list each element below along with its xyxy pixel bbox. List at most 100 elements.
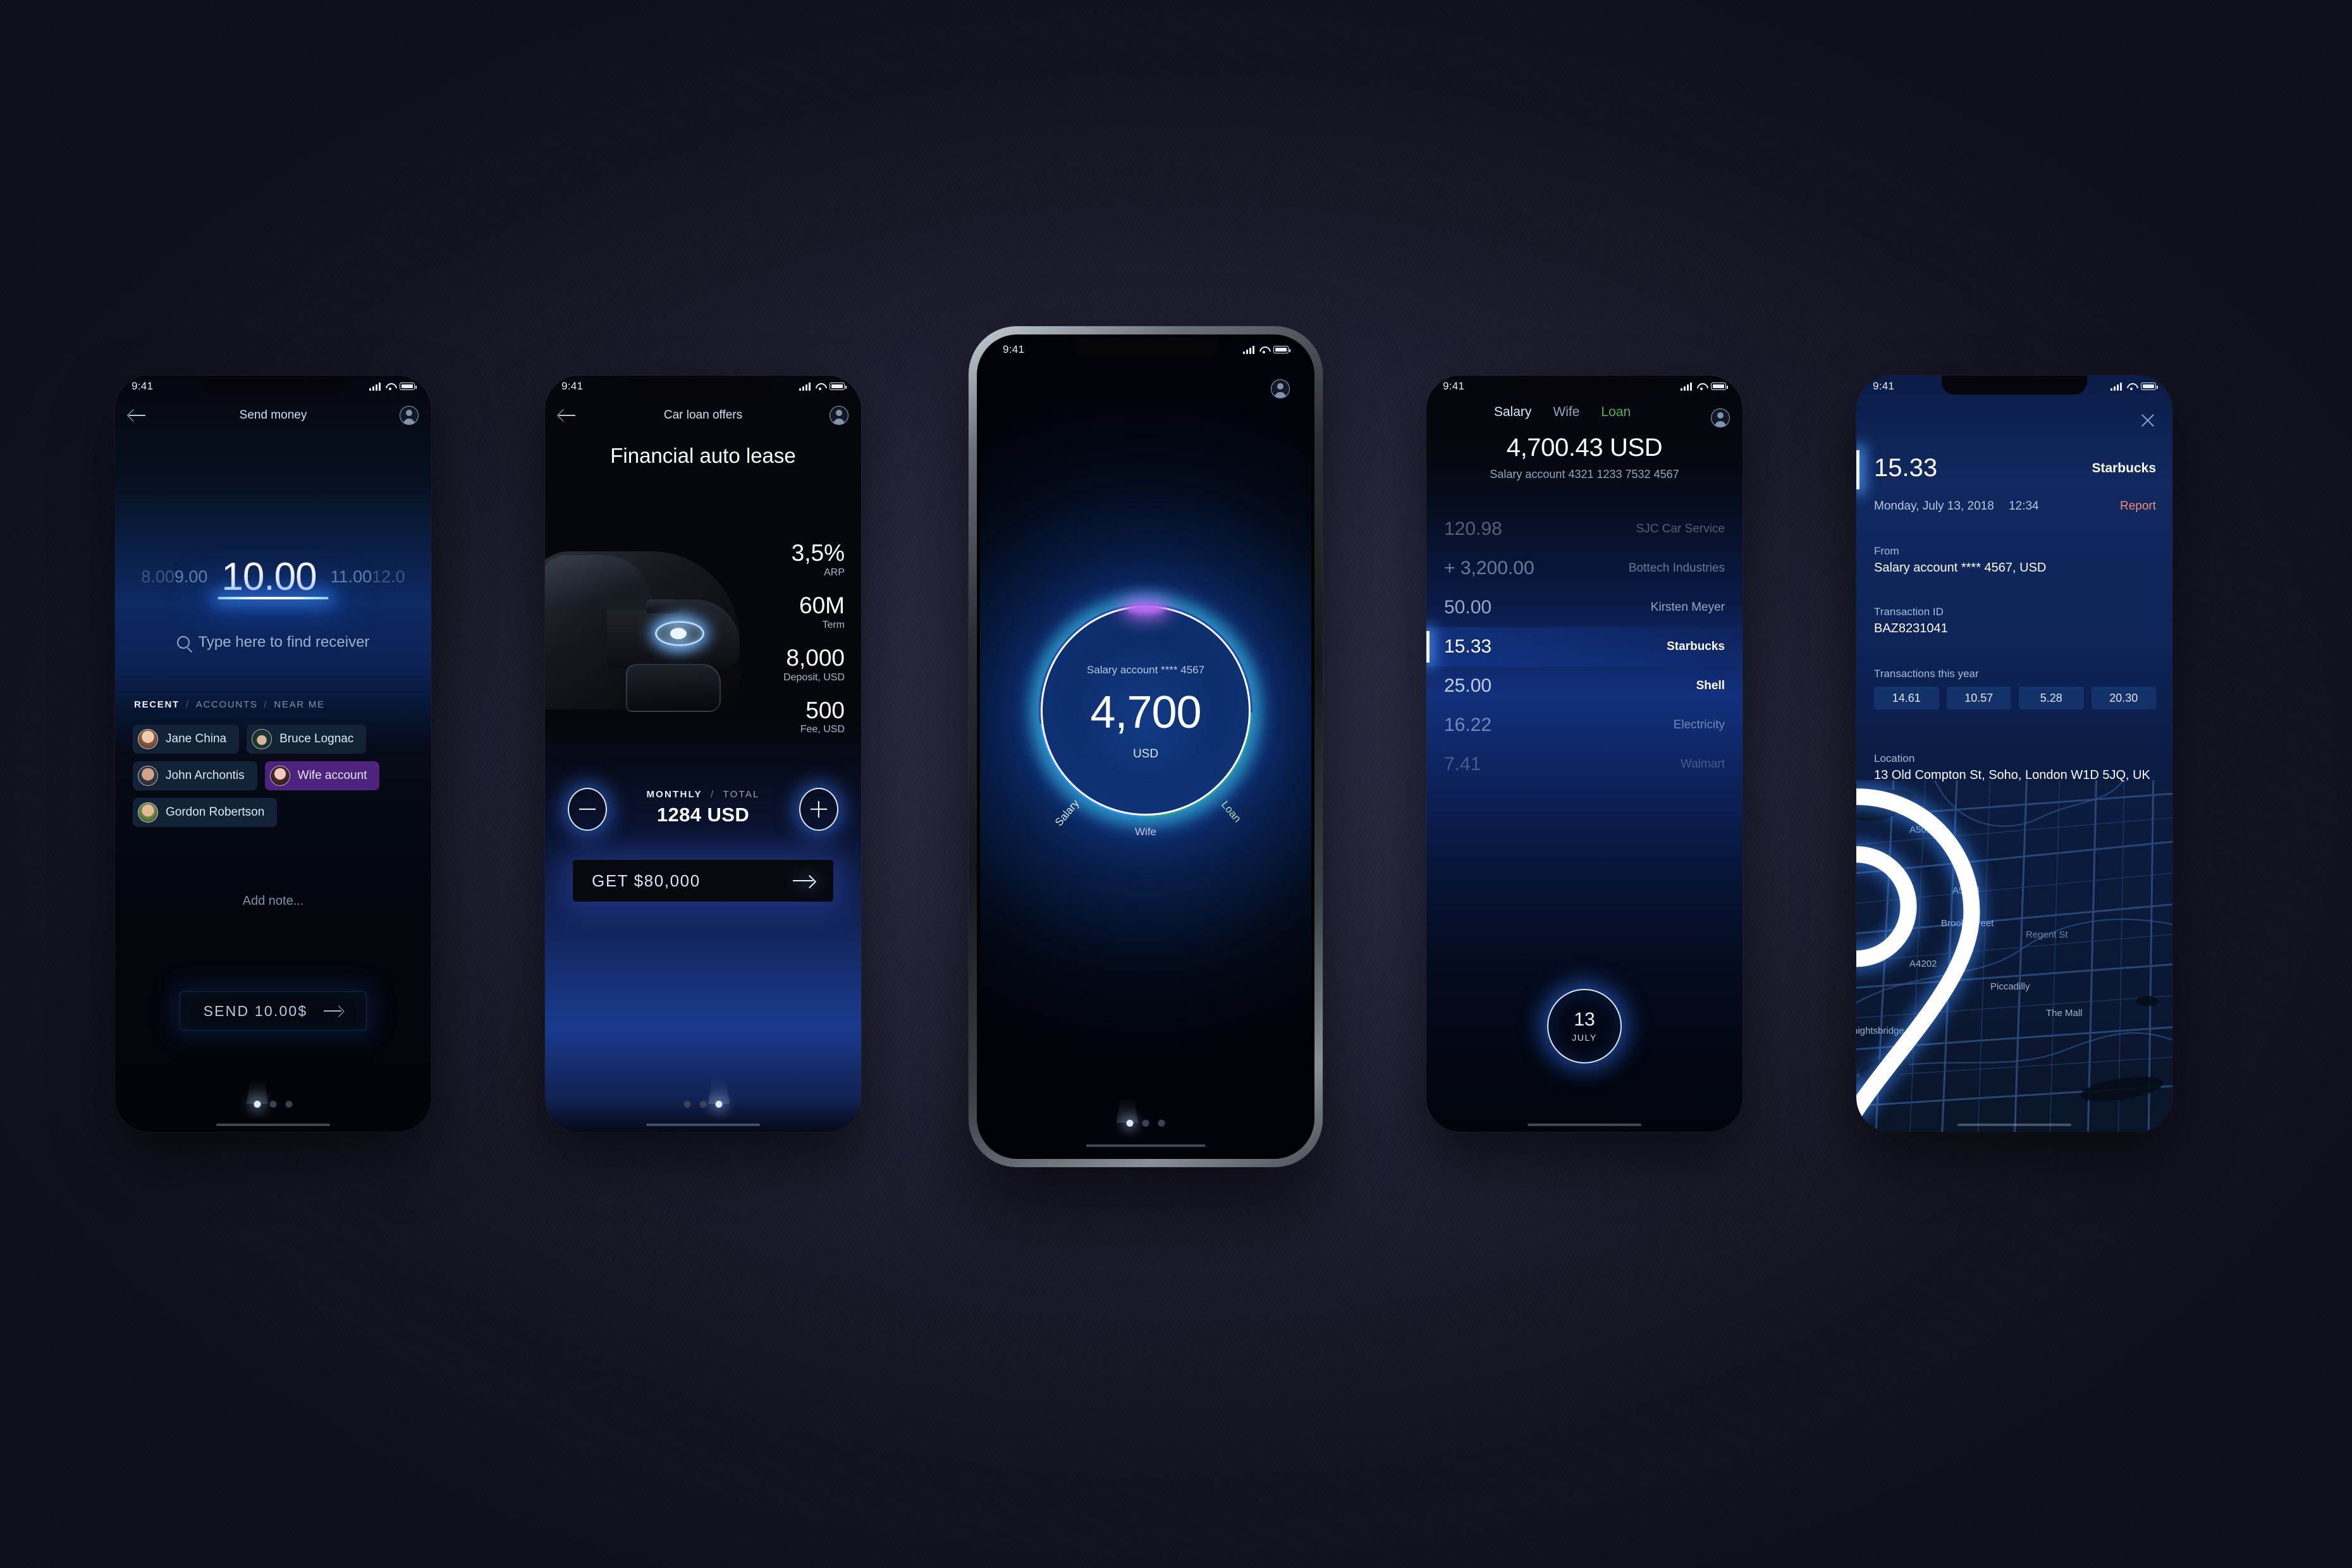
tab-separator: /	[264, 699, 268, 710]
get-loan-button[interactable]: GET $80,000	[573, 860, 833, 902]
status-time: 9:41	[1873, 380, 1895, 392]
car-illustration	[545, 526, 740, 747]
page-dot[interactable]	[683, 1101, 691, 1108]
contact-name: Gordon Robertson	[166, 805, 265, 819]
transaction-date: Monday, July 13, 2018	[1874, 499, 1994, 513]
spec-deposit: 8,000 Deposit, USD	[783, 646, 845, 683]
year-amount-chip[interactable]: 20.30	[2091, 687, 2156, 709]
table-row-selected[interactable]: 15.33 Starbucks	[1426, 627, 1743, 666]
home-indicator	[1528, 1124, 1641, 1126]
page-dot[interactable]	[1158, 1120, 1165, 1127]
phone-send-money: 9:41 Send money 8.00 9.00 10.00 11.00 12…	[115, 376, 431, 1132]
page-dot[interactable]	[1126, 1120, 1134, 1127]
tab-loan[interactable]: Loan	[1601, 405, 1631, 420]
page-dots[interactable]	[683, 1101, 723, 1108]
cellular-signal-icon	[369, 382, 381, 391]
tab-separator: /	[711, 789, 715, 800]
cellular-signal-icon	[2110, 382, 2122, 391]
transaction-amount: 7.41	[1444, 754, 1481, 775]
transaction-id-field: Transaction ID BAZ8231041	[1874, 606, 2156, 636]
note-input[interactable]: Add note...	[115, 894, 431, 909]
search-input[interactable]: Type here to find receiver	[115, 634, 431, 651]
dot-beam	[247, 1079, 268, 1104]
phone-showcase-stage: 9:41 Send money 8.00 9.00 10.00 11.00 12…	[0, 0, 2352, 1568]
avatar[interactable]	[1711, 408, 1730, 427]
tab-near-me[interactable]: NEAR ME	[274, 699, 324, 710]
home-indicator	[1086, 1144, 1206, 1147]
battery-icon	[400, 383, 417, 390]
page-dot[interactable]	[699, 1101, 707, 1108]
year-amount-chip[interactable]: 14.61	[1874, 687, 1939, 709]
tab-monthly[interactable]: MONTHLY	[646, 789, 702, 800]
table-row[interactable]: 16.22 Electricity	[1426, 706, 1743, 745]
page-dots[interactable]	[254, 1101, 293, 1108]
slider-handle[interactable]	[217, 597, 329, 599]
balance-ring[interactable]: Salary account **** 4567 4,700 USD Salar…	[995, 560, 1297, 862]
balance-currency: USD	[1132, 747, 1159, 761]
page-dot[interactable]	[1142, 1120, 1149, 1127]
date-selector[interactable]: 13 JULY	[1547, 989, 1622, 1063]
back-arrow-icon[interactable]	[129, 408, 147, 422]
selection-indicator	[1856, 450, 1859, 489]
transaction-amount: 50.00	[1444, 597, 1492, 618]
page-dot[interactable]	[269, 1101, 277, 1108]
avatar[interactable]	[1271, 379, 1290, 398]
page-dot[interactable]	[254, 1101, 261, 1108]
increase-button[interactable]	[799, 788, 838, 831]
tab-total[interactable]: TOTAL	[723, 789, 760, 800]
table-row[interactable]: 25.00 Shell	[1426, 666, 1743, 706]
table-row[interactable]: 50.00 Kirsten Meyer	[1426, 588, 1743, 627]
amount-slider[interactable]: 8.00 9.00 10.00 11.00 12.0	[115, 548, 431, 606]
slider-tick: 9.00	[174, 567, 208, 586]
location-map[interactable]: A501 A5204 Brook Street Regent St A4202 …	[1856, 780, 2172, 1132]
send-money-button[interactable]: SEND 10.00$	[180, 991, 367, 1031]
table-row[interactable]: + 3,200.00 Bottech Industries	[1426, 549, 1743, 588]
table-row[interactable]: 120.98 SJC Car Service	[1426, 510, 1743, 549]
loan-specs: 3,5% ARP 60M Term 8,000 Deposit, USD 500…	[783, 541, 845, 750]
slider-tick: 12.0	[372, 567, 405, 586]
ring-label-wife[interactable]: Wife	[1135, 826, 1156, 838]
location-label: Location	[1874, 752, 1915, 764]
report-button[interactable]: Report	[2120, 499, 2156, 513]
contact-chip-selected[interactable]: Wife account	[264, 761, 380, 790]
close-icon[interactable]	[2140, 412, 2156, 429]
contact-name: Jane China	[166, 732, 227, 745]
ring-label-salary[interactable]: Salary	[1053, 797, 1082, 829]
year-amount-chip[interactable]: 10.57	[1946, 687, 2011, 709]
map-label: The Mall	[2046, 1008, 2083, 1019]
map-pin-icon	[1856, 788, 1980, 1125]
year-amount-chip[interactable]: 5.28	[2019, 687, 2084, 709]
account-label: Salary account **** 4567	[1086, 664, 1205, 676]
year-amount-list: 14.61 10.57 5.28 20.30	[1874, 687, 2156, 709]
contact-chip[interactable]: Jane China	[133, 725, 240, 754]
tab-recent[interactable]: RECENT	[134, 699, 180, 710]
tab-salary[interactable]: Salary	[1494, 405, 1532, 420]
status-time: 9:41	[1443, 380, 1465, 392]
spec-fee: 500 Fee, USD	[783, 697, 845, 736]
transaction-time: 12:34	[2009, 499, 2039, 513]
status-bar: 9:41	[115, 376, 431, 395]
date-day: 13	[1574, 1008, 1595, 1030]
page-dots[interactable]	[1126, 1120, 1165, 1127]
avatar[interactable]	[830, 406, 848, 425]
contact-chip[interactable]: Gordon Robertson	[133, 798, 278, 827]
contact-chip[interactable]: John Archontis	[133, 761, 257, 790]
spec-label: ARP	[824, 567, 845, 578]
spec-value: 500	[805, 697, 845, 723]
table-row[interactable]: 7.41 Walmart	[1426, 745, 1743, 784]
wifi-icon	[2126, 383, 2136, 390]
tab-accounts[interactable]: ACCOUNTS	[196, 699, 258, 710]
ring-label-loan[interactable]: Loan	[1218, 799, 1244, 825]
spec-label: Fee, USD	[800, 724, 845, 735]
status-bar: 9:41	[980, 338, 1311, 358]
transaction-merchant: SJC Car Service	[1636, 522, 1725, 536]
amount-value: 10.00	[221, 554, 317, 599]
tab-wife[interactable]: Wife	[1553, 405, 1579, 420]
transaction-amount: 15.33	[1874, 454, 1938, 482]
page-dot[interactable]	[715, 1101, 723, 1108]
avatar[interactable]	[400, 406, 419, 425]
status-bar: 9:41	[1856, 376, 2172, 395]
contact-chip[interactable]: Bruce Lognac	[247, 725, 367, 754]
back-arrow-icon[interactable]	[559, 408, 577, 422]
page-dot[interactable]	[285, 1101, 293, 1108]
